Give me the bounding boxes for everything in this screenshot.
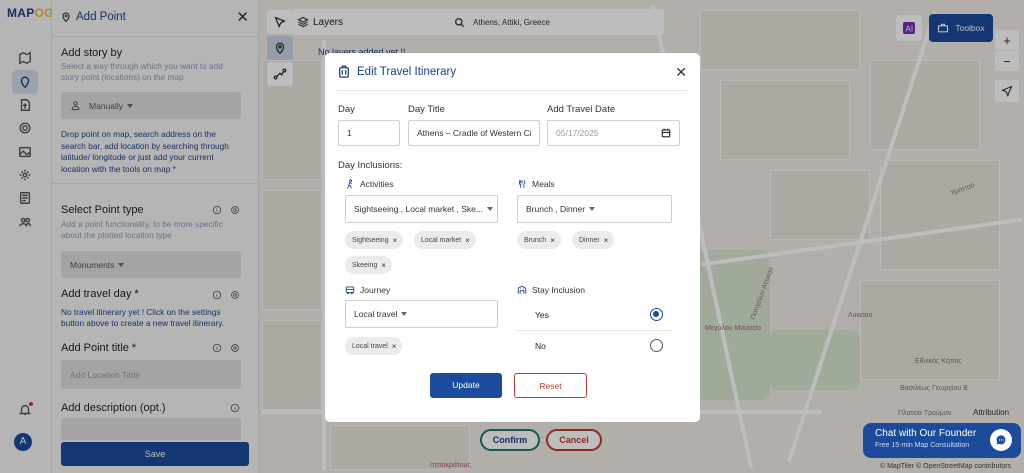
stay-no-label: No xyxy=(535,341,546,351)
remove-chip-icon[interactable]: × xyxy=(392,342,397,351)
stay-no-radio[interactable] xyxy=(650,339,663,352)
hiking-icon xyxy=(347,179,353,189)
activity-chip[interactable]: Sightseeing × xyxy=(345,231,404,249)
day-label: Day xyxy=(338,104,355,115)
calendar-icon[interactable] xyxy=(661,128,671,138)
inclusions-label: Day Inclusions: xyxy=(338,160,403,171)
chat-icon xyxy=(990,429,1012,451)
edit-itinerary-modal: Edit Travel Itinerary ✕ Day 1 Day Title … xyxy=(325,53,700,422)
reset-button[interactable]: Reset xyxy=(514,373,587,398)
activity-chip[interactable]: Local market × xyxy=(414,231,476,249)
activity-chip[interactable]: Skeeing × xyxy=(345,256,392,274)
luggage-icon xyxy=(339,65,349,78)
date-label: Add Travel Date xyxy=(547,104,616,115)
day-title-label: Day Title xyxy=(408,104,445,115)
bus-icon xyxy=(345,286,355,295)
remove-chip-icon[interactable]: × xyxy=(604,236,609,245)
modal-title: Edit Travel Itinerary xyxy=(357,66,457,78)
day-input[interactable]: 1 xyxy=(338,120,400,146)
divider xyxy=(337,90,687,91)
close-modal-button[interactable]: ✕ xyxy=(675,64,687,81)
stay-yes-label: Yes xyxy=(535,310,549,320)
chat-widget[interactable]: Chat with Our Founder Free 15-min Map Co… xyxy=(863,423,1021,458)
remove-chip-icon[interactable]: × xyxy=(465,236,470,245)
activities-select[interactable]: Sightseeing , Local market , Ske... xyxy=(345,195,498,223)
modal-header: Edit Travel Itinerary xyxy=(325,53,700,91)
hotel-icon xyxy=(517,285,527,294)
day-title-input[interactable]: Athens – Cradle of Western Ci xyxy=(408,120,540,146)
meals-select[interactable]: Brunch , Dinner xyxy=(517,195,672,223)
journey-heading: Journey xyxy=(345,285,390,295)
journey-chip[interactable]: Local travel × xyxy=(345,337,403,355)
meals-heading: Meals xyxy=(517,179,555,189)
stay-heading: Stay Inclusion xyxy=(517,285,585,295)
stay-yes-radio[interactable] xyxy=(650,308,663,321)
divider xyxy=(517,330,672,331)
update-button[interactable]: Update xyxy=(430,373,502,398)
remove-chip-icon[interactable]: × xyxy=(550,236,555,245)
date-input[interactable]: 05/17/2025 xyxy=(547,120,680,146)
remove-chip-icon[interactable]: × xyxy=(381,261,386,270)
meal-chip[interactable]: Brunch × xyxy=(517,231,561,249)
activities-heading: Activities xyxy=(345,179,394,189)
meal-chip[interactable]: Dinner × xyxy=(572,231,615,249)
journey-select[interactable]: Local travel xyxy=(345,300,498,328)
utensils-icon xyxy=(519,179,526,188)
remove-chip-icon[interactable]: × xyxy=(393,236,398,245)
